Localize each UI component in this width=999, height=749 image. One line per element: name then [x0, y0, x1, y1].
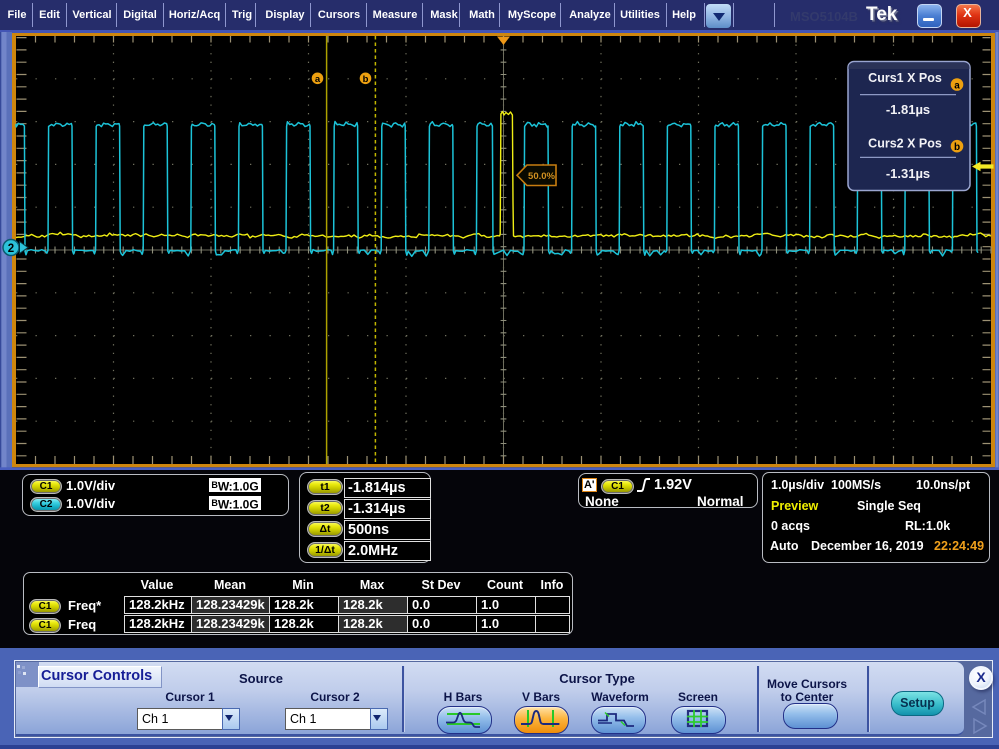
svg-text:Curs1 X Pos: Curs1 X Pos	[868, 71, 942, 85]
svg-text:-1.31µs: -1.31µs	[886, 166, 930, 181]
svg-text:a: a	[954, 81, 960, 92]
svg-text:a: a	[315, 74, 321, 85]
svg-text:2: 2	[8, 243, 14, 255]
svg-text:50.0%: 50.0%	[528, 171, 555, 182]
svg-text:b: b	[363, 74, 369, 85]
svg-text:-1.81µs: -1.81µs	[886, 102, 930, 117]
svg-text:b: b	[954, 142, 960, 153]
svg-text:Curs2 X Pos: Curs2 X Pos	[868, 136, 942, 150]
